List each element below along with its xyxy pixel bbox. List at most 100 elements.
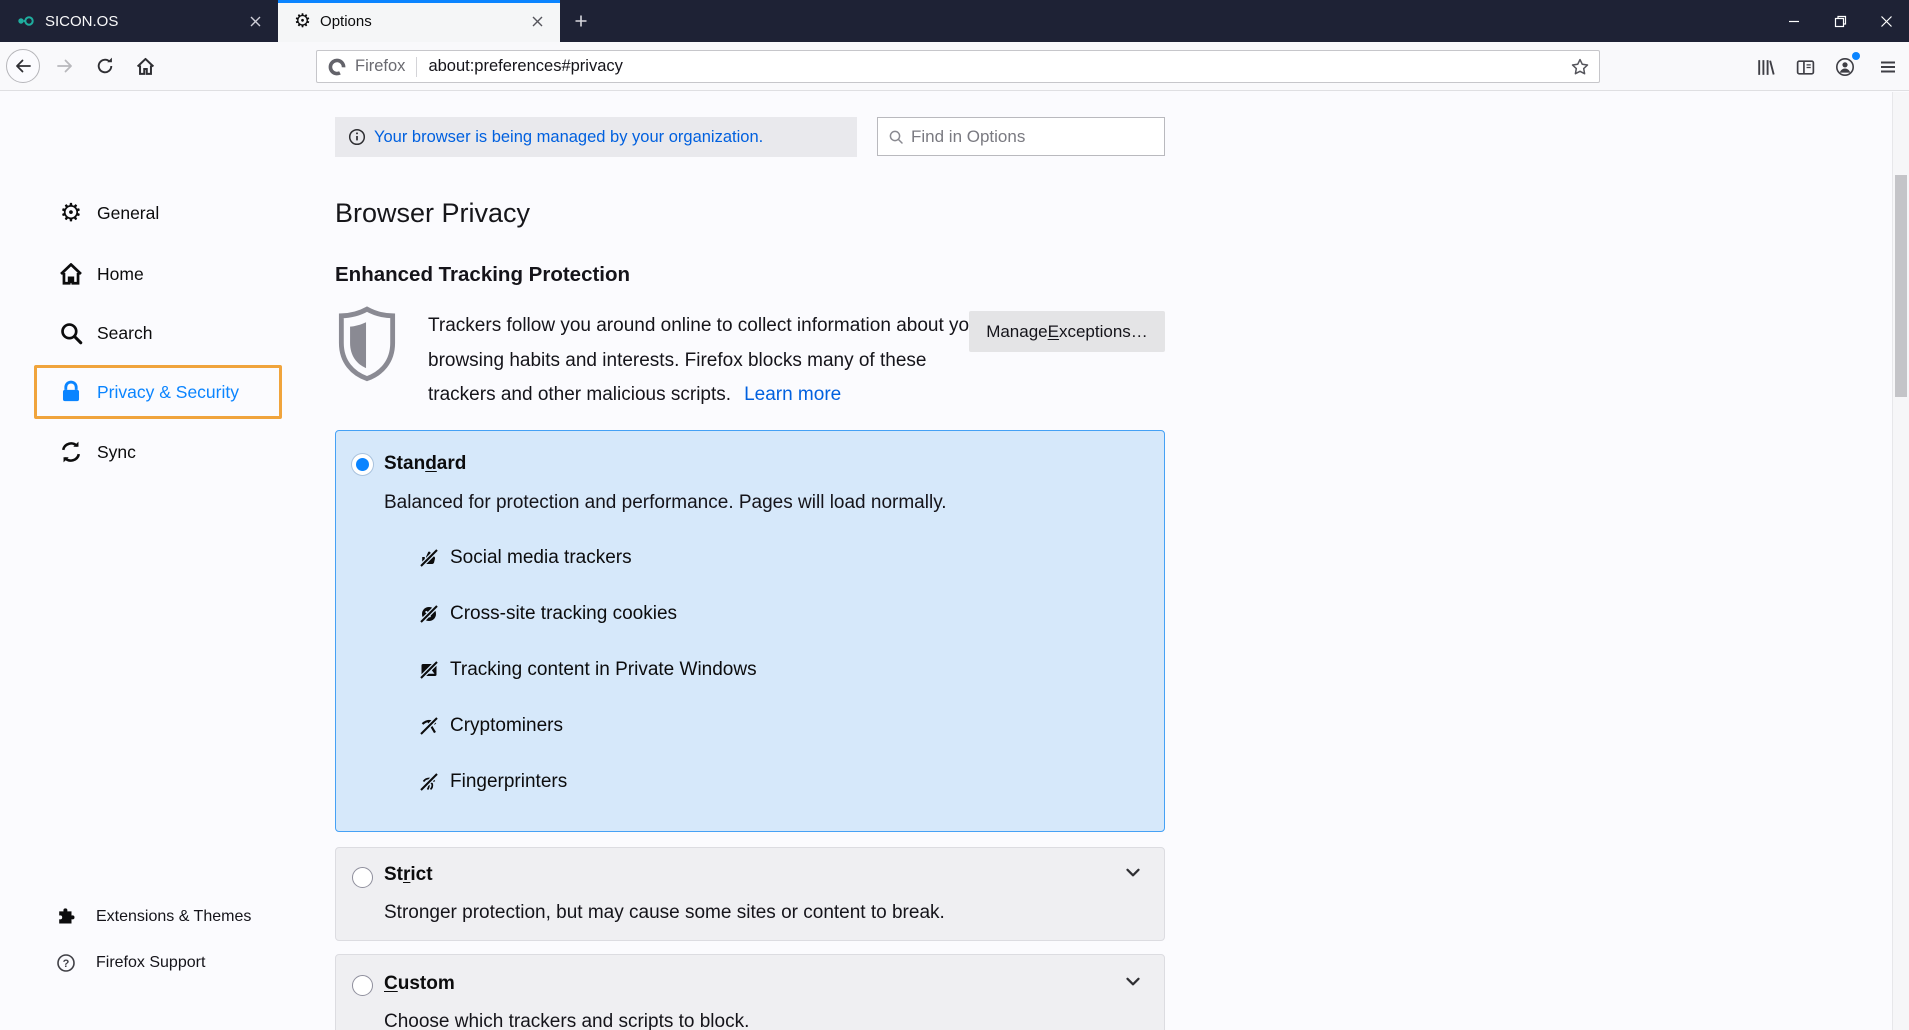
custom-option-description: Choose which trackers and scripts to blo… xyxy=(384,1011,749,1030)
close-icon xyxy=(1880,15,1893,28)
gear-icon: ⚙ xyxy=(57,201,85,226)
blocked-item-social-media-trackers: Social media trackers xyxy=(419,547,632,569)
etp-strict-panel[interactable]: Strict Stronger protection, but may caus… xyxy=(335,847,1165,941)
sidebar-item-privacy-security[interactable]: Privacy & Security xyxy=(34,365,282,419)
gear-icon: ⚙ xyxy=(294,12,311,31)
new-tab-button[interactable] xyxy=(560,0,602,42)
tracking-content-blocked-icon xyxy=(419,660,439,680)
manage-exceptions-button[interactable]: Manage Exceptions… xyxy=(969,311,1165,352)
bookmark-star-icon[interactable] xyxy=(1570,57,1590,77)
puzzle-icon xyxy=(56,907,76,927)
blocked-item-label: Fingerprinters xyxy=(450,771,567,793)
reload-button[interactable] xyxy=(88,49,122,83)
account-button[interactable] xyxy=(1833,55,1857,79)
blocked-item-label: Cross-site tracking cookies xyxy=(450,603,677,625)
restore-button[interactable] xyxy=(1817,0,1863,42)
page-scrollbar[interactable] xyxy=(1892,92,1909,1030)
home-button[interactable] xyxy=(128,49,162,83)
sidebar-item-search[interactable]: Search xyxy=(34,306,282,360)
hamburger-icon xyxy=(1878,57,1898,77)
notification-dot xyxy=(1852,52,1860,60)
cookie-blocked-icon xyxy=(419,604,439,624)
menu-button[interactable] xyxy=(1876,55,1900,79)
library-button[interactable] xyxy=(1753,55,1777,79)
sidebar-item-home[interactable]: Home xyxy=(34,247,282,301)
back-button[interactable] xyxy=(6,49,40,83)
sidebar-item-label: Privacy & Security xyxy=(97,382,239,403)
custom-option-label: Custom xyxy=(384,973,455,995)
find-in-options-box[interactable] xyxy=(877,117,1165,156)
close-window-button[interactable] xyxy=(1863,0,1909,42)
strict-option-description: Stronger protection, but may cause some … xyxy=(384,902,945,924)
sidebar-item-firefox-support[interactable]: ? Firefox Support xyxy=(34,943,294,983)
divider xyxy=(416,57,417,77)
lock-icon xyxy=(57,379,85,405)
sidebar-toggle-button[interactable] xyxy=(1793,55,1817,79)
identity-label: Firefox xyxy=(355,57,405,76)
button-label-part: Manage xyxy=(986,322,1047,342)
strict-radio[interactable] xyxy=(352,867,373,888)
tab-options[interactable]: ⚙ Options xyxy=(278,0,560,42)
sync-icon xyxy=(57,439,85,465)
back-arrow-icon xyxy=(13,56,33,76)
tab-title: SICON.OS xyxy=(45,13,244,30)
blocked-item-fingerprinters: Fingerprinters xyxy=(419,771,567,793)
sicon-logo-icon xyxy=(16,11,36,31)
etp-standard-panel[interactable]: Standard Balanced for protection and per… xyxy=(335,430,1165,832)
titlebar-drag-area xyxy=(602,0,1771,42)
titlebar: SICON.OS ⚙ Options xyxy=(0,0,1909,42)
minimize-icon xyxy=(1788,15,1800,27)
blocked-item-cryptominers: Cryptominers xyxy=(419,715,563,737)
sidebar-footer-label: Extensions & Themes xyxy=(96,908,251,926)
restore-icon xyxy=(1834,15,1847,28)
firefox-logo-icon xyxy=(327,57,347,77)
etp-description: Trackers follow you around online to col… xyxy=(428,309,988,413)
standard-radio[interactable] xyxy=(352,454,373,475)
tab-title: Options xyxy=(320,13,526,30)
blocked-item-cross-site-cookies: Cross-site tracking cookies xyxy=(419,603,677,625)
page-title: Browser Privacy xyxy=(335,198,530,229)
sidebar-item-extensions-themes[interactable]: Extensions & Themes xyxy=(34,897,294,937)
url-bar[interactable]: Firefox about:preferences#privacy xyxy=(316,50,1600,83)
sidebar-item-general[interactable]: ⚙ General xyxy=(34,186,282,240)
tab-sicon-os[interactable]: SICON.OS xyxy=(0,0,278,42)
close-tab-icon[interactable] xyxy=(526,10,548,32)
forward-arrow-icon xyxy=(55,56,75,76)
sidebar-item-label: General xyxy=(97,203,159,224)
cryptominer-blocked-icon xyxy=(419,716,439,736)
library-icon xyxy=(1755,57,1776,78)
sidebar-item-label: Home xyxy=(97,264,144,285)
search-icon xyxy=(888,129,904,145)
shield-icon xyxy=(337,306,397,382)
blocked-item-tracking-content: Tracking content in Private Windows xyxy=(419,659,757,681)
managed-by-organization-notice[interactable]: Your browser is being managed by your or… xyxy=(335,117,857,157)
scrollbar-thumb[interactable] xyxy=(1895,175,1907,397)
etp-description-text: Trackers follow you around online to col… xyxy=(428,315,986,405)
sidebar-item-sync[interactable]: Sync xyxy=(34,425,282,479)
social-tracker-blocked-icon xyxy=(419,548,439,568)
chevron-down-icon[interactable] xyxy=(1126,977,1140,987)
url-text[interactable]: about:preferences#privacy xyxy=(428,57,1570,76)
blocked-item-label: Tracking content in Private Windows xyxy=(450,659,757,681)
find-in-options-input[interactable] xyxy=(911,127,1141,147)
forward-button[interactable] xyxy=(48,49,82,83)
custom-radio[interactable] xyxy=(352,975,373,996)
etp-custom-panel[interactable]: Custom Choose which trackers and scripts… xyxy=(335,954,1165,1030)
firefox-window: { "titlebar": { "tabs": [ { "label": "SI… xyxy=(0,0,1909,1030)
learn-more-link[interactable]: Learn more xyxy=(744,384,841,405)
chevron-down-icon[interactable] xyxy=(1126,868,1140,878)
search-icon xyxy=(57,320,85,346)
minimize-button[interactable] xyxy=(1771,0,1817,42)
home-icon xyxy=(135,56,156,77)
sidebar-item-label: Sync xyxy=(97,442,136,463)
account-icon xyxy=(1834,56,1856,78)
managed-notice-text: Your browser is being managed by your or… xyxy=(374,128,763,147)
close-tab-icon[interactable] xyxy=(244,10,266,32)
strict-option-label: Strict xyxy=(384,864,433,886)
section-title: Enhanced Tracking Protection xyxy=(335,263,630,287)
reload-icon xyxy=(95,56,115,76)
plus-icon xyxy=(573,13,589,29)
button-accesskey: E xyxy=(1048,322,1059,342)
standard-option-label: Standard xyxy=(384,453,466,475)
sidebar-icon xyxy=(1795,57,1816,78)
